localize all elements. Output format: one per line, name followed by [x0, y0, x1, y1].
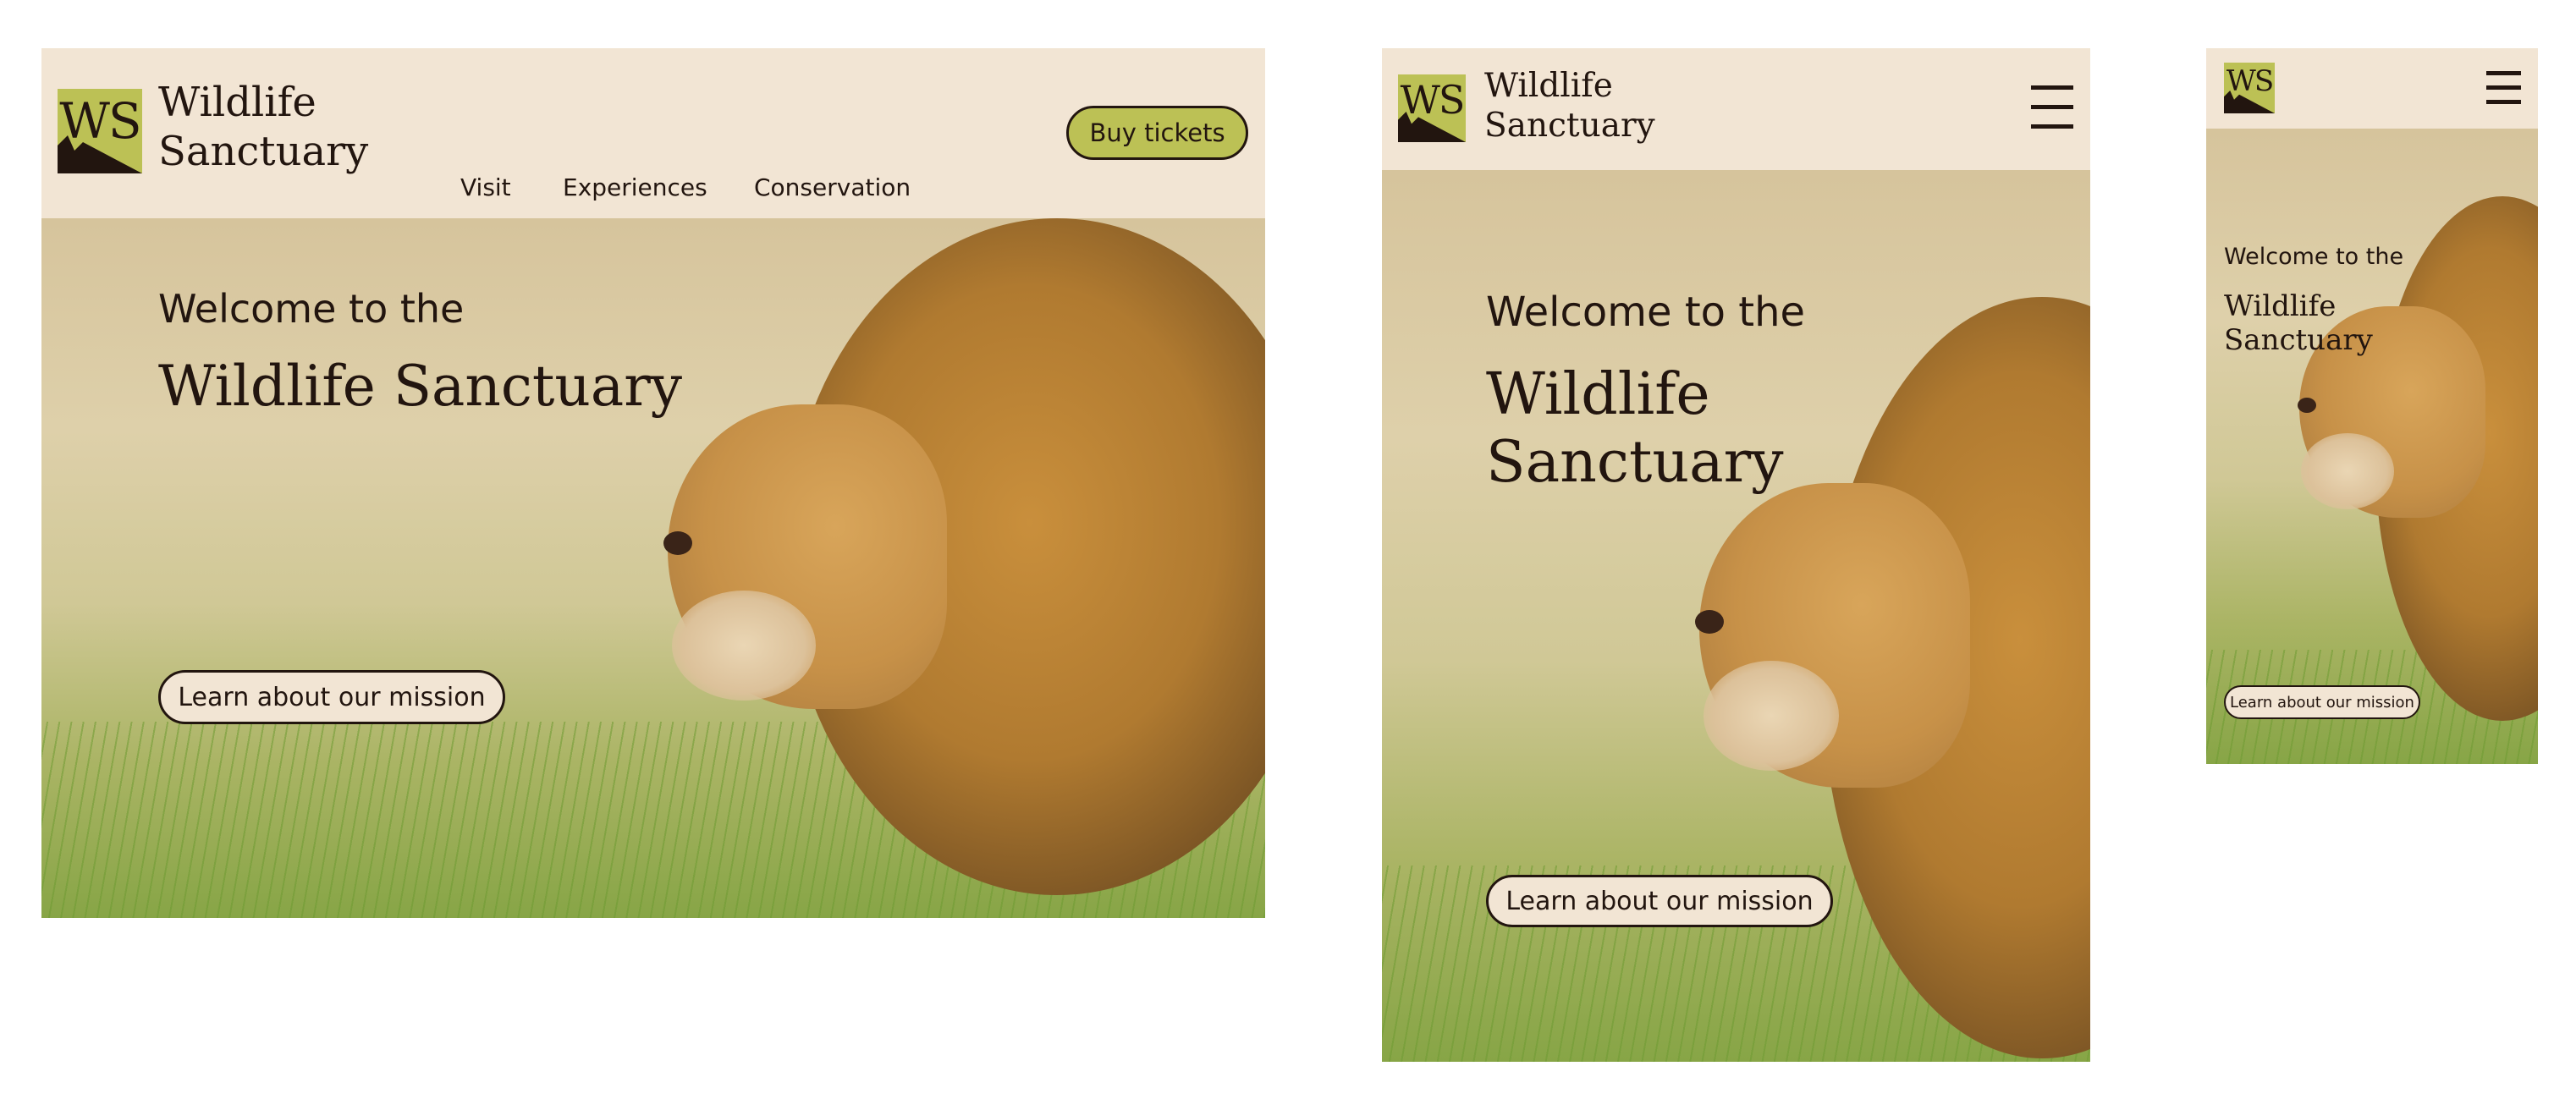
- brand-name[interactable]: Wildlife Sanctuary: [158, 79, 368, 176]
- hero-title: Wildlife Sanctuary: [1486, 361, 1784, 497]
- hamburger-icon[interactable]: [2486, 71, 2521, 104]
- hero: Welcome to the Wildlife Sanctuary Learn …: [1382, 170, 2090, 1062]
- site-header: WS Wildlife Sanctuary Visit Experiences …: [41, 48, 1265, 218]
- hero: Welcome to the Wildlife Sanctuary Learn …: [2206, 129, 2538, 764]
- logo[interactable]: WS: [2224, 63, 2275, 113]
- brand-name[interactable]: Wildlife Sanctuary: [1484, 67, 1655, 146]
- hero-title: Wildlife Sanctuary: [158, 354, 683, 419]
- nav-conservation[interactable]: Conservation: [754, 173, 911, 201]
- nav-experiences[interactable]: Experiences: [563, 173, 707, 201]
- mountain-icon: [2224, 91, 2275, 113]
- hamburger-icon[interactable]: [2031, 85, 2073, 129]
- learn-mission-button[interactable]: Learn about our mission: [2224, 685, 2420, 719]
- learn-mission-button[interactable]: Learn about our mission: [1486, 875, 1833, 927]
- mobile-preview: WS Welcome to the Wildlife Sanctuary Lea…: [2206, 48, 2538, 764]
- mountain-icon: [58, 135, 142, 173]
- hero-kicker: Welcome to the: [2224, 244, 2404, 270]
- learn-mission-button[interactable]: Learn about our mission: [158, 670, 505, 724]
- tablet-preview: WS Wildlife Sanctuary Welcome to the Wil…: [1382, 48, 2090, 1062]
- desktop-preview: WS Wildlife Sanctuary Visit Experiences …: [41, 48, 1265, 918]
- site-header: WS: [2206, 48, 2538, 129]
- site-header: WS Wildlife Sanctuary: [1382, 48, 2090, 170]
- mountain-icon: [1398, 112, 1466, 142]
- hero: Welcome to the Wildlife Sanctuary Learn …: [41, 218, 1265, 918]
- logo[interactable]: WS: [1398, 74, 1466, 142]
- hero-kicker: Welcome to the: [1486, 288, 1806, 336]
- hero-kicker: Welcome to the: [158, 286, 465, 332]
- nav-visit[interactable]: Visit: [460, 173, 511, 201]
- buy-tickets-button[interactable]: Buy tickets: [1066, 106, 1248, 160]
- hero-title: Wildlife Sanctuary: [2224, 289, 2373, 358]
- logo[interactable]: WS: [58, 89, 142, 173]
